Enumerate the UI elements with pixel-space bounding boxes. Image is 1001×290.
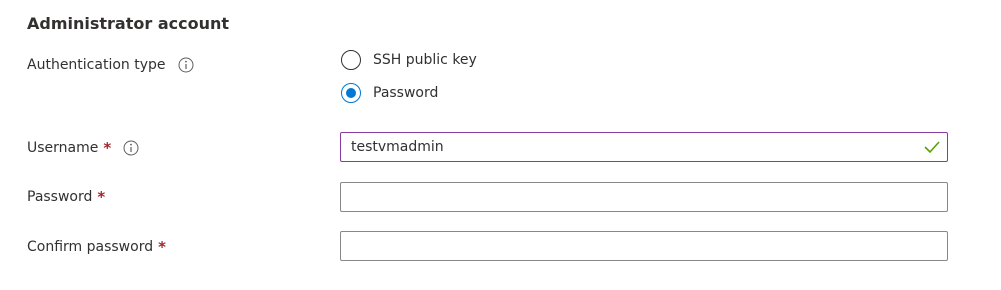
password-label-row: Password * — [27, 187, 105, 207]
required-asterisk: * — [158, 238, 166, 256]
password-field[interactable] — [340, 182, 948, 212]
username-label: Username — [27, 140, 99, 156]
radio-dot — [346, 88, 356, 98]
confirm-password-label: Confirm password — [27, 239, 154, 255]
radio-password[interactable]: Password — [341, 82, 438, 104]
section-title: Administrator account — [27, 14, 230, 33]
confirm-password-label-row: Confirm password * — [27, 237, 166, 257]
auth-type-label: Authentication type — [27, 57, 166, 73]
radio-button-unchecked[interactable] — [341, 50, 361, 70]
required-asterisk: * — [97, 188, 106, 206]
info-icon[interactable] — [178, 57, 194, 73]
username-field[interactable] — [340, 132, 948, 162]
confirm-password-field[interactable] — [340, 231, 948, 261]
required-asterisk: * — [103, 139, 112, 157]
username-label-row: Username * — [27, 138, 139, 158]
info-icon[interactable] — [123, 140, 139, 156]
auth-type-label-row: Authentication type — [27, 55, 194, 75]
username-input[interactable] — [341, 133, 947, 161]
password-input[interactable] — [341, 183, 947, 211]
checkmark-icon — [924, 141, 940, 154]
radio-ssh-public-key[interactable]: SSH public key — [341, 49, 477, 71]
radio-label-ssh: SSH public key — [373, 52, 477, 68]
confirm-password-input[interactable] — [341, 232, 947, 260]
password-label: Password — [27, 189, 93, 205]
radio-button-checked[interactable] — [341, 83, 361, 103]
radio-label-password: Password — [373, 85, 439, 101]
